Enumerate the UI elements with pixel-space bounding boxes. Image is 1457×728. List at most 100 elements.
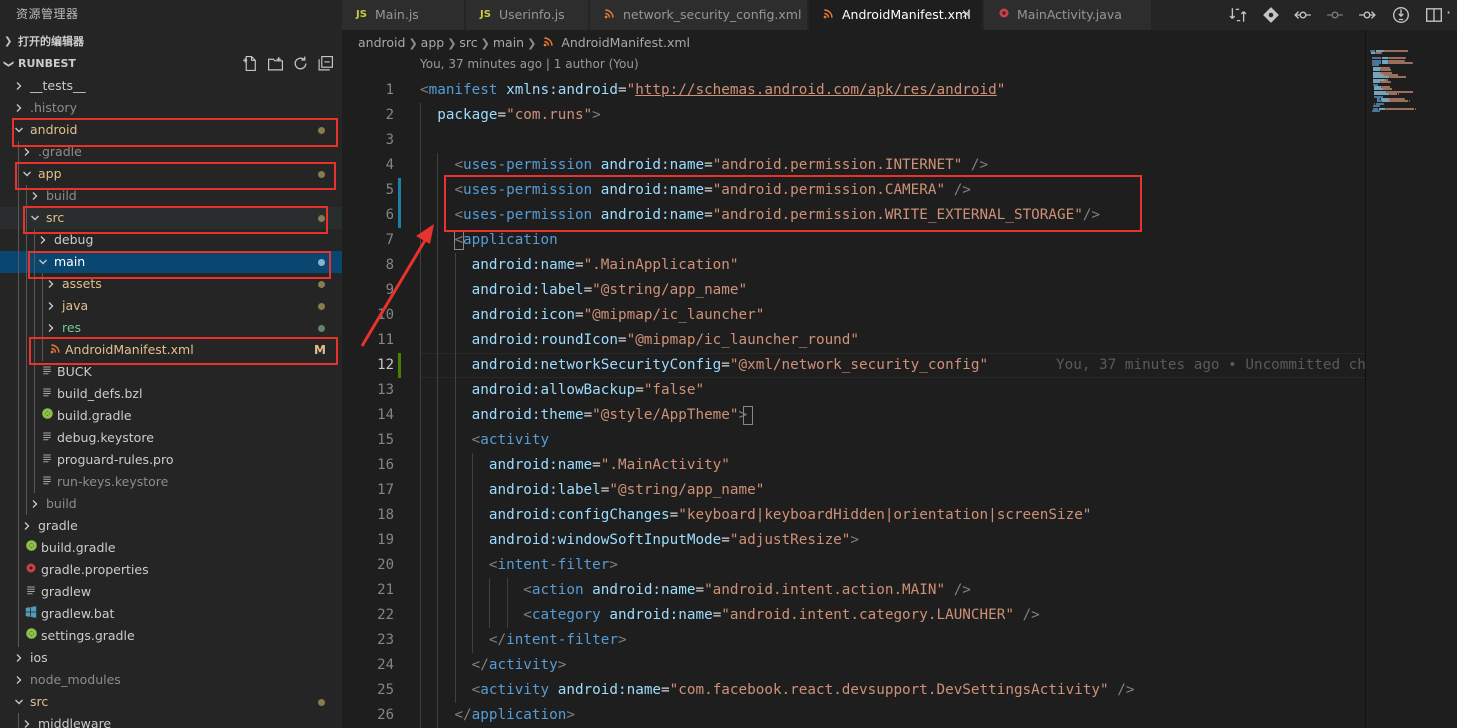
code-token: =: [583, 407, 593, 423]
modified-dot-icon: [318, 699, 325, 706]
annotation-box-main: [28, 251, 331, 279]
minimap-line: [1408, 100, 1410, 103]
chevron-right-icon: ❯: [408, 37, 418, 50]
refresh-icon[interactable]: [292, 55, 309, 72]
git-commit-icon[interactable]: [1262, 6, 1280, 24]
code-line: </intent-filter>: [420, 628, 627, 653]
code-line: </application>: [420, 703, 575, 728]
breadcrumb-item[interactable]: android: [358, 35, 405, 50]
tree-file[interactable]: gradlew: [0, 581, 342, 603]
navigate-back-icon[interactable]: [1294, 6, 1312, 24]
code-token: "android.intent.action.MAIN": [704, 582, 946, 598]
chevron-right-icon[interactable]: [20, 515, 34, 538]
tree-indent-guide: [34, 295, 35, 317]
tree-item-label: build_defs.bzl: [57, 386, 143, 401]
chevron-right-icon[interactable]: [12, 75, 26, 98]
split-editor-icon[interactable]: [1425, 6, 1443, 24]
code-token: activity: [488, 657, 558, 673]
editor-tab[interactable]: network_security_config.xml: [590, 0, 808, 30]
minimap[interactable]: [1366, 30, 1457, 728]
editor-tab[interactable]: AndroidManifest.xml ×: [809, 0, 983, 30]
tree-folder[interactable]: __tests__: [0, 75, 342, 97]
tree-item-label: proguard-rules.pro: [57, 452, 174, 467]
code-line: <activity android:name="com.facebook.rea…: [420, 678, 1135, 703]
rss-icon: [823, 0, 834, 30]
line-number: 3: [385, 132, 394, 148]
tree-folder[interactable]: res: [0, 317, 342, 339]
line-number: 15: [377, 432, 394, 448]
code-token: http://schemas.android.com/apk/res/andro…: [635, 82, 997, 98]
compare-changes-icon[interactable]: [1229, 6, 1247, 24]
code-token: >: [618, 632, 627, 648]
chevron-right-icon[interactable]: [20, 713, 34, 728]
tree-folder[interactable]: java: [0, 295, 342, 317]
code-token: >: [850, 532, 860, 548]
breadcrumb-item[interactable]: AndroidManifest.xml: [561, 35, 690, 50]
tree-file[interactable]: proguard-rules.pro: [0, 449, 342, 471]
chevron-right-icon[interactable]: [12, 669, 26, 692]
tree-file[interactable]: run-keys.keystore: [0, 471, 342, 493]
chevron-right-icon[interactable]: [12, 647, 26, 670]
tree-file[interactable]: build.gradle: [0, 405, 342, 427]
open-editors-section[interactable]: ❯ 打开的编辑器: [0, 31, 342, 53]
tree-file[interactable]: gradlew.bat: [0, 603, 342, 625]
tree-indent-guide: [18, 383, 19, 405]
code-token: application: [463, 232, 558, 248]
tree-item-label: gradlew.bat: [41, 606, 115, 621]
code-line: package="com.runs">: [420, 103, 601, 128]
collapse-all-icon[interactable]: [317, 55, 334, 72]
tree-file[interactable]: build_defs.bzl: [0, 383, 342, 405]
lines-icon: [40, 449, 54, 471]
line-number: 18: [377, 507, 394, 523]
minimap-line: [1381, 52, 1382, 55]
editor-tab[interactable]: MainActivity.java: [984, 0, 1152, 30]
modified-dot-icon: [318, 325, 325, 332]
code-token: android:roundIcon: [471, 332, 618, 348]
chevron-down-icon[interactable]: [12, 691, 26, 714]
breadcrumb-item[interactable]: main: [493, 35, 524, 50]
code-token: application: [471, 707, 567, 723]
tree-item-label: gradle.properties: [41, 562, 149, 577]
editor-tab[interactable]: JS Userinfo.js: [466, 0, 589, 30]
close-icon[interactable]: ×: [961, 0, 972, 30]
code-line: android:name=".MainActivity": [420, 453, 730, 478]
tree-folder[interactable]: build: [0, 493, 342, 515]
tree-folder[interactable]: ios: [0, 647, 342, 669]
tree-indent-guide: [18, 427, 19, 449]
new-folder-icon[interactable]: [267, 55, 284, 72]
tree-file[interactable]: build.gradle: [0, 537, 342, 559]
tree-file[interactable]: settings.gradle: [0, 625, 342, 647]
code-token: =: [695, 582, 705, 598]
tree-folder[interactable]: .history: [0, 97, 342, 119]
tree-indent-guide: [42, 295, 43, 317]
editor-tab[interactable]: JS Main.js: [342, 0, 465, 30]
breadcrumb-item[interactable]: app: [421, 35, 445, 50]
breadcrumb-item[interactable]: src: [459, 35, 477, 50]
navigate-forward-icon[interactable]: [1358, 6, 1376, 24]
more-actions-icon[interactable]: ·: [1446, 5, 1456, 24]
tree-folder[interactable]: middleware: [0, 713, 342, 728]
chevron-right-icon[interactable]: [44, 295, 58, 318]
code-token: </: [454, 707, 472, 723]
tree-folder[interactable]: src: [0, 691, 342, 713]
codelens-blame[interactable]: You, 37 minutes ago | 1 author (You): [420, 57, 639, 71]
line-number: 20: [377, 557, 394, 573]
tree-file[interactable]: debug.keystore: [0, 427, 342, 449]
tree-indent-guide: [26, 295, 27, 317]
chevron-right-icon: ❯: [480, 37, 490, 50]
chevron-right-icon[interactable]: [28, 493, 42, 516]
tree-folder[interactable]: gradle: [0, 515, 342, 537]
tree-item-label: res: [62, 320, 82, 335]
tree-file[interactable]: gradle.properties: [0, 559, 342, 581]
project-section[interactable]: ❯ RUNBEST: [0, 53, 342, 75]
tree-indent-guide: [18, 251, 19, 273]
tree-folder[interactable]: node_modules: [0, 669, 342, 691]
new-file-icon[interactable]: [242, 55, 259, 72]
blame-toggle-icon[interactable]: [1392, 6, 1410, 24]
chevron-right-icon[interactable]: [12, 97, 26, 120]
git-node-icon[interactable]: [1326, 6, 1344, 24]
